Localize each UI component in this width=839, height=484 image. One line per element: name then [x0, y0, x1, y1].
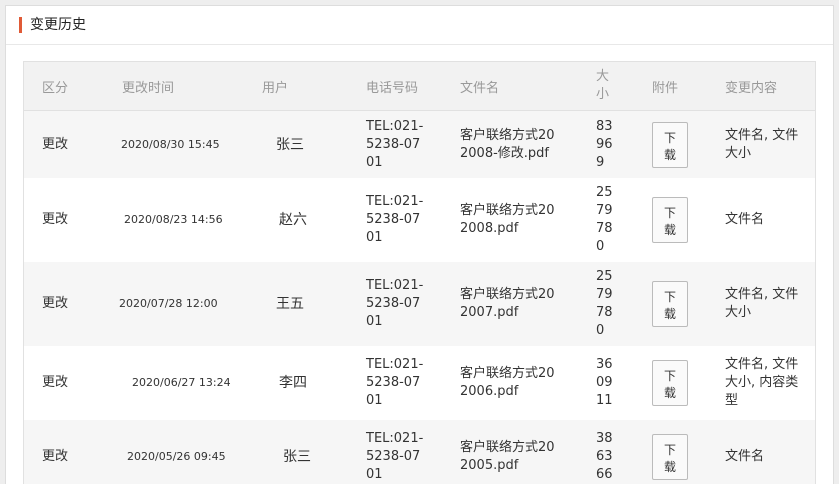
header-change: 变更内容: [725, 62, 815, 111]
cell-user: 赵六: [241, 178, 366, 262]
cell-size: 2579780: [596, 178, 652, 262]
change-content-text: 文件名, 文件大小, 内容类型: [725, 357, 799, 408]
download-button-label: 下载: [663, 130, 676, 162]
cell-size: 360911: [596, 346, 652, 420]
header-attach: 附件: [652, 62, 725, 111]
history-table: 区分 更改时间 用户 电话号码 文件名 大小 附件 变更内容 更改 2020/0…: [24, 62, 815, 484]
header-size: 大小: [596, 69, 610, 102]
cell-size: 83969: [596, 110, 652, 178]
cell-user: 王五: [241, 262, 366, 346]
cell-attach: 下载: [652, 110, 725, 178]
cell-phone: TEL:021-5238-0701: [366, 262, 460, 346]
cell-user: 张三: [241, 110, 366, 178]
download-button-label: 下载: [663, 206, 676, 237]
header-user: 用户: [241, 62, 366, 111]
panel-header: 变更历史: [6, 6, 833, 45]
cell-time: 2020/05/26 09:45: [107, 420, 241, 484]
file-size-text: 2579780: [596, 269, 613, 338]
table-row: 更改 2020/06/27 13:24 李四 TEL:021-5238-0701…: [24, 346, 815, 420]
header-file: 文件名: [460, 62, 596, 111]
cell-phone: TEL:021-5238-0701: [366, 420, 460, 484]
cell-file: 客户联络方式202006.pdf: [460, 346, 596, 420]
cell-phone: TEL:021-5238-0701: [366, 178, 460, 262]
download-button[interactable]: 下载: [652, 434, 688, 480]
cell-size: 2579780: [596, 262, 652, 346]
cell-size: 386366: [596, 420, 652, 484]
cell-phone: TEL:021-5238-0701: [366, 110, 460, 178]
header-time: 更改时间: [107, 62, 241, 111]
cell-kind: 更改: [24, 262, 107, 346]
cell-file: 客户联络方式202008.pdf: [460, 178, 596, 262]
change-content-text: 文件名, 文件大小: [725, 127, 799, 161]
cell-time: 2020/06/27 13:24: [107, 346, 241, 420]
file-name-text: 客户联络方式202005.pdf: [460, 440, 555, 473]
table-row: 更改 2020/07/28 12:00 王五 TEL:021-5238-0701…: [24, 262, 815, 346]
cell-time: 2020/08/30 15:45: [107, 110, 241, 178]
file-size-text: 83969: [596, 118, 613, 170]
download-button-label: 下载: [663, 443, 676, 474]
table-row: 更改 2020/08/23 14:56 赵六 TEL:021-5238-0701…: [24, 178, 815, 262]
cell-kind: 更改: [24, 178, 107, 262]
cell-kind: 更改: [24, 110, 107, 178]
cell-file: 客户联络方式202007.pdf: [460, 262, 596, 346]
change-content-text: 文件名, 文件大小: [725, 287, 799, 320]
header-kind: 区分: [24, 62, 107, 111]
cell-kind: 更改: [24, 420, 107, 484]
cell-attach: 下载: [652, 346, 725, 420]
file-name-text: 客户联络方式202007.pdf: [460, 287, 555, 320]
cell-time: 2020/08/23 14:56: [107, 178, 241, 262]
cell-file: 客户联络方式202008-修改.pdf: [460, 110, 596, 178]
cell-time: 2020/07/28 12:00: [107, 262, 241, 346]
panel-title: 变更历史: [30, 17, 86, 33]
file-size-text: 386366: [596, 431, 613, 482]
cell-change: 文件名, 文件大小: [725, 110, 815, 178]
title-accent-bar: [19, 17, 22, 33]
table-row: 更改 2020/08/30 15:45 张三 TEL:021-5238-0701…: [24, 110, 815, 178]
phone-text: TEL:021-5238-0701: [366, 194, 424, 245]
cell-change: 文件名: [725, 420, 815, 484]
file-name-text: 客户联络方式202006.pdf: [460, 366, 555, 399]
download-button[interactable]: 下载: [652, 197, 688, 243]
cell-change: 文件名, 文件大小, 内容类型: [725, 346, 815, 420]
cell-user: 张三: [241, 420, 366, 484]
download-button[interactable]: 下载: [652, 360, 688, 406]
table-row: 更改 2020/05/26 09:45 张三 TEL:021-5238-0701…: [24, 420, 815, 484]
phone-text: TEL:021-5238-0701: [366, 278, 424, 329]
download-button-label: 下载: [663, 369, 676, 400]
header-phone: 电话号码: [366, 62, 460, 111]
download-button-label: 下载: [663, 290, 676, 321]
cell-change: 文件名, 文件大小: [725, 262, 815, 346]
cell-attach: 下载: [652, 178, 725, 262]
phone-text: TEL:021-5238-0701: [366, 118, 424, 170]
file-size-text: 2579780: [596, 185, 613, 254]
cell-attach: 下载: [652, 420, 725, 484]
history-table-wrapper: 区分 更改时间 用户 电话号码 文件名 大小 附件 变更内容 更改 2020/0…: [23, 61, 816, 484]
cell-user: 李四: [241, 346, 366, 420]
cell-phone: TEL:021-5238-0701: [366, 346, 460, 420]
change-content-text: 文件名: [725, 449, 765, 464]
cell-file: 客户联络方式202005.pdf: [460, 420, 596, 484]
cell-attach: 下载: [652, 262, 725, 346]
download-button[interactable]: 下载: [652, 281, 688, 327]
change-content-text: 文件名: [725, 212, 765, 227]
cell-kind: 更改: [24, 346, 107, 420]
download-button[interactable]: 下载: [652, 121, 688, 168]
table-header-row: 区分 更改时间 用户 电话号码 文件名 大小 附件 变更内容: [24, 62, 815, 111]
phone-text: TEL:021-5238-0701: [366, 357, 424, 408]
file-name-text: 客户联络方式202008.pdf: [460, 203, 555, 236]
cell-change: 文件名: [725, 178, 815, 262]
phone-text: TEL:021-5238-0701: [366, 431, 424, 482]
file-name-text: 客户联络方式202008-修改.pdf: [460, 127, 555, 161]
file-size-text: 360911: [596, 357, 613, 408]
change-history-panel: 变更历史 区分 更改时间 用户 电话号码 文件名 大小 附件 变更内容 更改 2…: [5, 5, 834, 484]
